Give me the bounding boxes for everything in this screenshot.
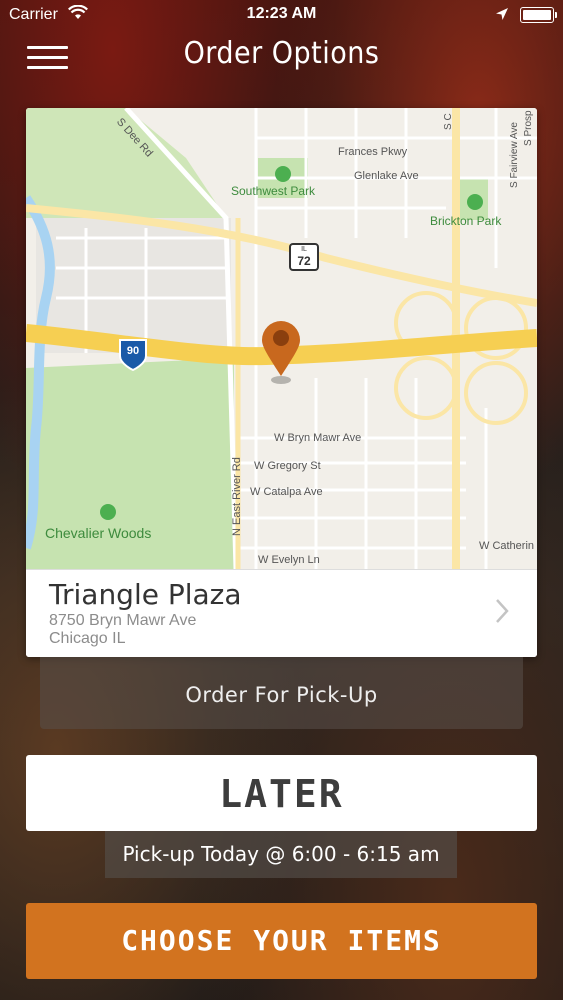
- location-card: S Dee Rd Frances Pkwy Glenlake Ave South…: [26, 108, 537, 657]
- map-route-72-state: IL: [301, 246, 307, 253]
- map-label-east-river-rd: N East River Rd: [231, 457, 243, 536]
- order-type-button[interactable]: Order For Pick-Up: [40, 657, 523, 729]
- map-label-glenlake-ave: Glenlake Ave: [354, 170, 419, 182]
- map[interactable]: S Dee Rd Frances Pkwy Glenlake Ave South…: [26, 108, 537, 569]
- pickup-time-label: Pick-up Today @ 6:00 - 6:15 am: [105, 831, 457, 878]
- status-bar: Carrier 12:23 AM: [0, 0, 563, 30]
- map-label-catalpa: W Catalpa Ave: [250, 486, 323, 498]
- map-label-gregory: W Gregory St: [254, 460, 321, 472]
- choose-items-button[interactable]: CHOOSE YOUR ITEMS: [26, 903, 537, 979]
- map-label-bryn-mawr: W Bryn Mawr Ave: [274, 432, 362, 444]
- page-title: Order Options: [183, 36, 380, 71]
- battery-icon: [520, 7, 557, 23]
- location-row[interactable]: Triangle Plaza 8750 Bryn Mawr Ave Chicag…: [26, 569, 537, 657]
- map-label-catherine: W Catherin: [479, 540, 535, 552]
- location-address-line2: Chicago IL: [49, 630, 126, 647]
- map-label-southwest-park: Southwest Park: [231, 184, 316, 198]
- later-button[interactable]: LATER: [26, 755, 537, 831]
- chevron-right-icon: [495, 598, 509, 629]
- location-arrow-icon: [495, 7, 509, 26]
- location-address-line1: 8750 Bryn Mawr Ave: [49, 612, 197, 629]
- map-interstate-90: 90: [126, 345, 140, 357]
- clock: 12:23 AM: [246, 5, 317, 22]
- header: Order Options: [0, 30, 563, 80]
- map-label-s-c: S C: [443, 113, 454, 130]
- map-label-brickton-park: Brickton Park: [430, 214, 502, 228]
- map-label-frances-pkwy: Frances Pkwy: [338, 146, 408, 158]
- location-name: Triangle Plaza: [49, 578, 242, 611]
- map-label-chevalier-woods: Chevalier Woods: [45, 525, 152, 541]
- map-label-evelyn: W Evelyn Ln: [258, 554, 320, 566]
- map-route-72-num: 72: [297, 254, 311, 268]
- map-label-fairview-ave: S Fairview Ave: [509, 122, 520, 188]
- map-label-s-prosp: S Prosp: [523, 110, 534, 146]
